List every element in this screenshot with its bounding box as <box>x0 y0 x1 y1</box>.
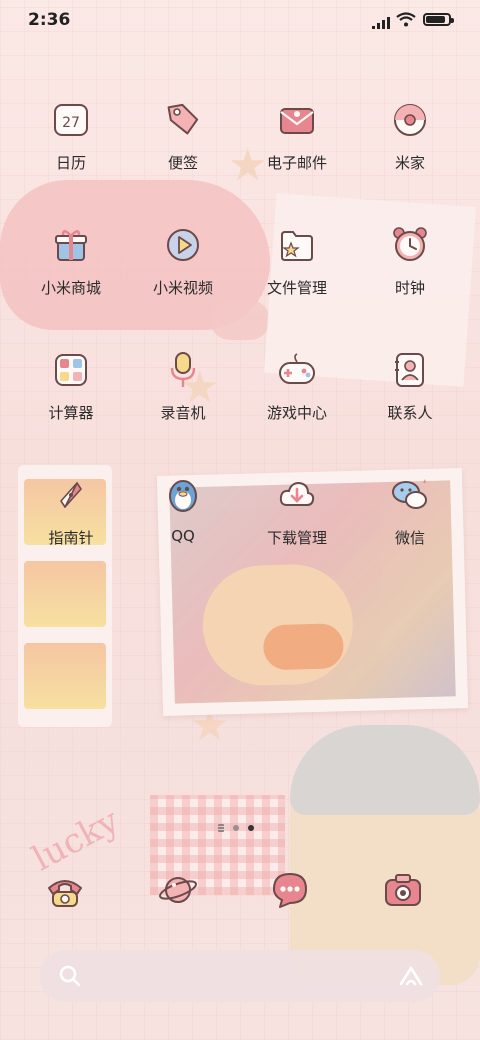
svg-text:27: 27 <box>62 115 80 131</box>
app-wechat[interactable]: 微信 <box>354 473 466 548</box>
app-label: 小米视频 <box>152 279 213 297</box>
app-label: 微信 <box>394 529 425 547</box>
camera-icon <box>379 866 427 914</box>
app-contacts[interactable]: 联系人 <box>354 348 466 423</box>
app-clock[interactable]: 时钟 <box>354 223 466 298</box>
app-label: 时钟 <box>394 279 425 297</box>
app-compass[interactable]: 指南针 <box>15 473 127 548</box>
page-dot-active[interactable] <box>248 825 254 831</box>
calendar-icon: 27 <box>49 98 93 142</box>
search-bar[interactable] <box>40 950 440 1002</box>
qq-penguin-icon <box>161 473 205 517</box>
dock-messages[interactable] <box>234 866 346 914</box>
status-time: 2:36 <box>28 10 71 30</box>
app-email[interactable]: 电子邮件 <box>241 98 353 173</box>
messages-icon <box>266 866 314 914</box>
app-home-device[interactable]: 米家 <box>354 98 466 173</box>
wallpaper-duck-hat <box>290 725 480 815</box>
app-label: 录音机 <box>160 404 206 422</box>
wechat-icon <box>388 473 432 517</box>
app-microphone[interactable]: 录音机 <box>127 348 239 423</box>
app-label: 计算器 <box>48 404 94 422</box>
app-calculator[interactable]: 计算器 <box>15 348 127 423</box>
page-dot[interactable] <box>233 825 239 831</box>
page-indicator <box>218 824 254 832</box>
dock-phone[interactable] <box>9 866 121 914</box>
app-label: 文件管理 <box>266 279 327 297</box>
app-label: 小米商城 <box>40 279 101 297</box>
assistant-icon[interactable] <box>398 965 424 991</box>
app-label: 电子邮件 <box>266 154 327 172</box>
browser-planet-icon <box>154 866 202 914</box>
battery-icon <box>423 13 454 26</box>
gift-icon <box>49 223 93 267</box>
wifi-icon <box>396 12 416 31</box>
play-icon <box>161 223 205 267</box>
app-tag[interactable]: 便签 <box>127 98 239 173</box>
app-label: 指南针 <box>48 529 94 547</box>
app-qq-penguin[interactable]: QQ <box>127 473 239 545</box>
email-icon <box>275 98 319 142</box>
app-play[interactable]: 小米视频 <box>127 223 239 298</box>
app-calendar[interactable]: 27 日历 <box>15 98 127 173</box>
microphone-icon <box>161 348 205 392</box>
app-label: 米家 <box>394 154 425 172</box>
app-label: 日历 <box>55 154 86 172</box>
app-gamepad[interactable]: 游戏中心 <box>241 348 353 423</box>
calculator-icon <box>49 348 93 392</box>
app-gift[interactable]: 小米商城 <box>15 223 127 298</box>
dock-camera[interactable] <box>347 866 459 914</box>
app-label: 游戏中心 <box>266 404 327 422</box>
phone-icon <box>41 866 89 914</box>
page-menu-indicator[interactable] <box>218 824 224 832</box>
app-folder[interactable]: 文件管理 <box>241 223 353 298</box>
app-label: 联系人 <box>387 404 433 422</box>
contacts-icon <box>388 348 432 392</box>
gamepad-icon <box>275 348 319 392</box>
tag-icon <box>161 98 205 142</box>
search-icon[interactable] <box>58 964 82 992</box>
app-label: 便签 <box>167 154 198 172</box>
status-bar: 2:36 <box>0 0 480 40</box>
clock-icon <box>388 223 432 267</box>
wallpaper-cloud-small <box>210 300 270 340</box>
compass-icon <box>49 473 93 517</box>
app-label: QQ <box>171 527 195 545</box>
app-download[interactable]: 下载管理 <box>241 473 353 548</box>
home-device-icon <box>388 98 432 142</box>
download-icon <box>275 473 319 517</box>
folder-icon <box>275 223 319 267</box>
dock-browser-planet[interactable] <box>122 866 234 914</box>
signal-icon <box>372 14 390 33</box>
app-label: 下载管理 <box>266 529 327 547</box>
